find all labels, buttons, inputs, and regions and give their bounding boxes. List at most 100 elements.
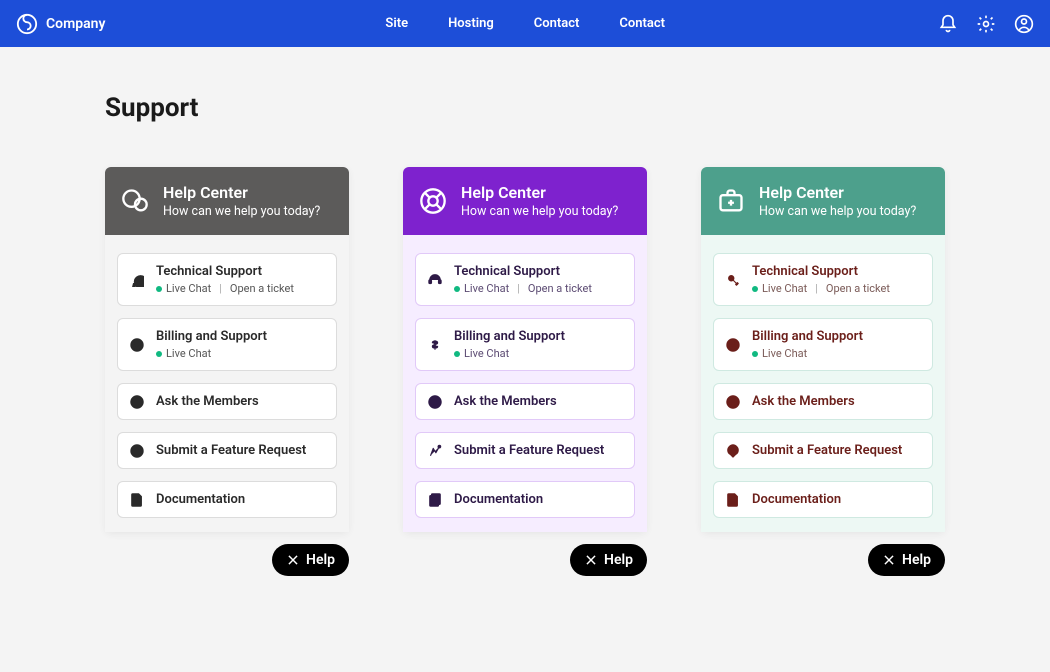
help-chip[interactable]: Help: [272, 544, 349, 576]
help-chip-label: Help: [902, 552, 931, 568]
list-item[interactable]: Technical Support Live Chat|Open a ticket: [713, 253, 933, 306]
status-dot-icon: [454, 351, 460, 357]
item-label: Technical Support: [752, 264, 890, 279]
bell-icon[interactable]: [938, 14, 958, 34]
nav-links: Site Hosting Contact Contact: [385, 16, 665, 31]
item-tags: Live Chat|Open a ticket: [752, 282, 890, 295]
list-item[interactable]: Billing and Support Live Chat: [415, 318, 635, 371]
item-tag[interactable]: Open a ticket: [230, 282, 294, 295]
item-tag[interactable]: Live Chat: [752, 347, 807, 360]
navbar: Company Site Hosting Contact Contact: [0, 0, 1050, 47]
card-subtitle: How can we help you today?: [163, 204, 320, 219]
list-item[interactable]: Technical Support Live Chat|Open a ticket: [117, 253, 337, 306]
list-item[interactable]: Submit a Feature Request: [713, 432, 933, 469]
card-header: Help Center How can we help you today?: [105, 167, 349, 235]
status-dot-icon: [156, 351, 162, 357]
item-label: Submit a Feature Request: [752, 443, 902, 458]
tech-icon: [726, 273, 740, 287]
item-tag[interactable]: Live Chat: [156, 347, 211, 360]
user-circle-icon[interactable]: [1014, 14, 1034, 34]
item-tags: Live Chat: [156, 347, 267, 360]
nav-link-hosting[interactable]: Hosting: [448, 16, 494, 31]
brand[interactable]: Company: [16, 13, 105, 35]
feature-icon: [428, 444, 442, 458]
nav-link-contact[interactable]: Contact: [534, 16, 580, 31]
item-tag[interactable]: Live Chat: [752, 282, 807, 295]
gear-icon[interactable]: [976, 14, 996, 34]
card-body: Technical Support Live Chat|Open a ticket…: [701, 235, 945, 532]
list-item[interactable]: Billing and Support Live Chat: [713, 318, 933, 371]
close-icon: [882, 553, 896, 567]
item-label: Billing and Support: [752, 329, 863, 344]
item-tags: Live Chat|Open a ticket: [156, 282, 294, 295]
list-item[interactable]: Billing and Support Live Chat: [117, 318, 337, 371]
list-item[interactable]: Ask the Members: [117, 383, 337, 420]
tech-icon: [428, 273, 442, 287]
chat-bubble-icon: [121, 187, 149, 215]
item-tags: Live Chat: [454, 347, 565, 360]
item-tag[interactable]: Live Chat: [156, 282, 211, 295]
globe-icon: [428, 395, 442, 409]
list-item[interactable]: Documentation: [415, 481, 635, 518]
card-body: Technical Support Live Chat|Open a ticket…: [105, 235, 349, 532]
item-label: Ask the Members: [156, 394, 259, 409]
item-tag[interactable]: Live Chat: [454, 282, 509, 295]
doc-icon: [130, 493, 144, 507]
item-label: Technical Support: [156, 264, 294, 279]
list-item[interactable]: Submit a Feature Request: [415, 432, 635, 469]
nav-icons: [938, 14, 1034, 34]
close-icon: [584, 553, 598, 567]
cards-row: Help Center How can we help you today? T…: [105, 167, 945, 532]
brand-name: Company: [46, 16, 105, 32]
item-label: Submit a Feature Request: [156, 443, 306, 458]
page-title: Support: [105, 93, 945, 123]
item-tags: Live Chat|Open a ticket: [454, 282, 592, 295]
help-chip[interactable]: Help: [570, 544, 647, 576]
doc-icon: [428, 493, 442, 507]
billing-icon: [726, 338, 740, 352]
card-subtitle: How can we help you today?: [461, 204, 618, 219]
feature-icon: [726, 444, 740, 458]
list-item[interactable]: Documentation: [117, 481, 337, 518]
help-chip-label: Help: [306, 552, 335, 568]
globe-icon: [130, 395, 144, 409]
tech-icon: [130, 273, 144, 287]
help-card-dark: Help Center How can we help you today? T…: [105, 167, 349, 532]
help-chip[interactable]: Help: [868, 544, 945, 576]
list-item[interactable]: Ask the Members: [713, 383, 933, 420]
status-dot-icon: [156, 286, 162, 292]
card-body: Technical Support Live Chat|Open a ticket…: [403, 235, 647, 532]
help-chip-label: Help: [604, 552, 633, 568]
item-tag[interactable]: Open a ticket: [826, 282, 890, 295]
list-item[interactable]: Technical Support Live Chat|Open a ticket: [415, 253, 635, 306]
card-title: Help Center: [163, 183, 320, 202]
list-item[interactable]: Ask the Members: [415, 383, 635, 420]
item-label: Technical Support: [454, 264, 592, 279]
item-label: Ask the Members: [752, 394, 855, 409]
item-label: Documentation: [156, 492, 245, 507]
feature-icon: [130, 444, 144, 458]
card-title: Help Center: [461, 183, 618, 202]
nav-link-contact-2[interactable]: Contact: [619, 16, 665, 31]
item-label: Billing and Support: [156, 329, 267, 344]
card-subtitle: How can we help you today?: [759, 204, 916, 219]
card-title: Help Center: [759, 183, 916, 202]
item-label: Submit a Feature Request: [454, 443, 604, 458]
globe-icon: [726, 395, 740, 409]
card-header: Help Center How can we help you today?: [403, 167, 647, 235]
item-tag[interactable]: Live Chat: [454, 347, 509, 360]
status-dot-icon: [752, 286, 758, 292]
list-item[interactable]: Documentation: [713, 481, 933, 518]
billing-icon: [130, 338, 144, 352]
item-label: Billing and Support: [454, 329, 565, 344]
page: Support Help Center How can we help you …: [0, 47, 1050, 578]
nav-link-site[interactable]: Site: [385, 16, 408, 31]
first-aid-icon: [717, 187, 745, 215]
item-tag[interactable]: Open a ticket: [528, 282, 592, 295]
list-item[interactable]: Submit a Feature Request: [117, 432, 337, 469]
lifebuoy-icon: [419, 187, 447, 215]
billing-icon: [428, 338, 442, 352]
item-label: Documentation: [752, 492, 841, 507]
item-label: Ask the Members: [454, 394, 557, 409]
item-tags: Live Chat: [752, 347, 863, 360]
